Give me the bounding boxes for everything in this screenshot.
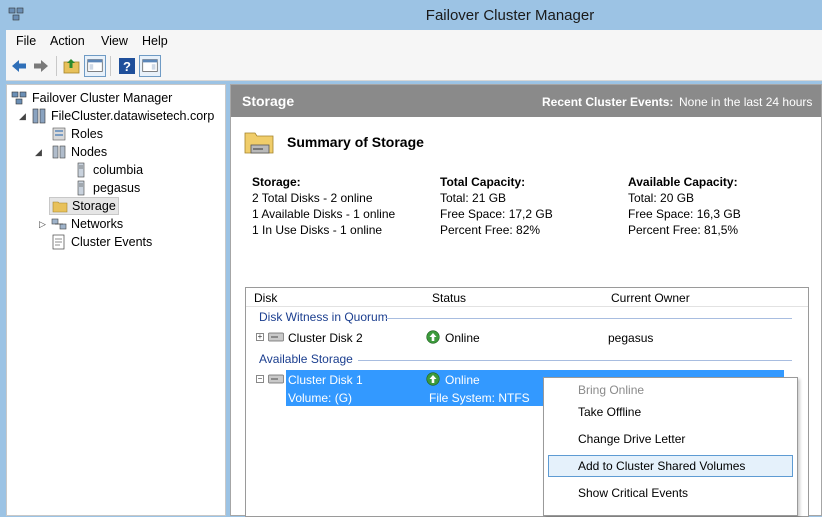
total-capacity-line: Total: 21 GB	[440, 191, 507, 205]
disk-status: Online	[445, 373, 480, 387]
expand-icon[interactable]: +	[256, 333, 264, 341]
disk-name: Cluster Disk 2	[288, 331, 363, 345]
total-capacity-line: Percent Free: 82%	[440, 223, 541, 237]
events-icon	[52, 234, 65, 250]
up-folder-icon[interactable]	[61, 55, 83, 77]
menu-item-label: Show Critical Events	[578, 486, 689, 500]
menu-item-change-drive-letter[interactable]: Change Drive Letter	[548, 428, 793, 450]
menu-item-show-critical-events[interactable]: Show Critical Events	[548, 482, 793, 504]
menu-view[interactable]: View	[101, 34, 128, 48]
tree-label: Storage	[72, 199, 116, 213]
pane-title: Storage	[242, 93, 295, 109]
disk-icon	[268, 332, 284, 342]
available-capacity-line: Total: 20 GB	[628, 191, 695, 205]
nodes-icon	[52, 145, 66, 159]
menu-item-label: Add to Cluster Shared Volumes	[578, 459, 746, 473]
collapse-icon[interactable]: −	[256, 375, 264, 383]
disk-status: Online	[445, 331, 480, 345]
svg-text:?: ?	[123, 59, 131, 74]
toolbar-separator	[56, 56, 57, 76]
toolbar: ?	[6, 52, 822, 81]
volume-filesystem: File System: NTFS	[429, 391, 530, 405]
group-header-quorum[interactable]: Disk Witness in Quorum	[259, 310, 388, 324]
group-header-available[interactable]: Available Storage	[259, 352, 353, 366]
back-arrow-icon[interactable]	[8, 55, 30, 77]
show-action-pane-icon[interactable]	[139, 55, 161, 77]
group-divider	[386, 318, 792, 319]
menu-file[interactable]: File	[16, 34, 36, 48]
pane-header: Storage Recent Cluster Events: None in t…	[231, 85, 821, 117]
total-capacity-line: Free Space: 17,2 GB	[440, 207, 553, 221]
tree-label: FileCluster.datawisetech.corp	[51, 109, 215, 123]
collapse-icon[interactable]: ◢	[35, 147, 42, 158]
cluster-icon	[32, 108, 46, 124]
context-menu: Bring Online Take Offline Change Drive L…	[543, 377, 798, 516]
menu-item-add-to-csv[interactable]: Add to Cluster Shared Volumes	[548, 455, 793, 477]
tree-label: pegasus	[93, 181, 141, 195]
disk-owner: pegasus	[608, 331, 654, 345]
tree-item-cluster[interactable]: ◢ FileCluster.datawisetech.corp	[17, 107, 221, 125]
window-title: Failover Cluster Manager	[425, 7, 595, 24]
title-bar: Failover Cluster Manager	[0, 0, 822, 30]
tree-label: columbia	[93, 163, 144, 177]
toolbar-separator	[110, 56, 111, 76]
summary-title: Summary of Storage	[287, 134, 424, 150]
menu-help[interactable]: Help	[142, 34, 168, 48]
table-header: Disk Status Current Owner	[246, 288, 808, 307]
collapse-icon[interactable]: ◢	[19, 111, 26, 122]
total-capacity-heading: Total Capacity:	[440, 175, 526, 189]
tree-item-node-pegasus[interactable]: pegasus	[73, 179, 221, 197]
available-capacity-line: Free Space: 16,3 GB	[628, 207, 741, 221]
tree-item-root[interactable]: Failover Cluster Manager	[11, 89, 221, 107]
roles-icon	[52, 127, 66, 141]
menu-item-label: Change Drive Letter	[578, 432, 686, 446]
tree-label: Cluster Events	[71, 235, 153, 249]
tree-label: Roles	[71, 127, 103, 141]
help-icon[interactable]: ?	[116, 55, 138, 77]
server-icon	[77, 180, 85, 196]
online-status-icon	[426, 372, 440, 386]
available-capacity-heading: Available Capacity:	[628, 175, 738, 189]
menu-bar: File Action View Help	[6, 30, 822, 52]
volume-name: Volume: (G)	[288, 391, 353, 405]
table-row[interactable]: + Cluster Disk 2 Online pegasus	[246, 328, 808, 346]
storage-line: 2 Total Disks - 2 online	[252, 191, 373, 205]
menu-item-bring-online: Bring Online	[548, 379, 793, 401]
menu-item-label: Take Offline	[578, 405, 642, 419]
group-divider	[358, 360, 792, 361]
cluster-manager-icon	[11, 91, 27, 105]
storage-heading: Storage:	[252, 175, 301, 189]
server-icon	[77, 162, 85, 178]
tree-item-storage[interactable]: Storage	[49, 197, 119, 215]
menu-item-take-offline[interactable]: Take Offline	[548, 401, 793, 423]
tree-item-networks[interactable]: ▷ Networks	[37, 215, 221, 233]
disk-icon	[268, 374, 284, 384]
online-status-icon	[426, 330, 440, 344]
menu-action[interactable]: Action	[50, 34, 85, 48]
storage-line: 1 In Use Disks - 1 online	[252, 223, 383, 237]
column-header-status[interactable]: Status	[432, 291, 466, 305]
storage-line: 1 Available Disks - 1 online	[252, 207, 396, 221]
column-header-owner[interactable]: Current Owner	[611, 291, 690, 305]
tree-item-node-columbia[interactable]: columbia	[73, 161, 221, 179]
column-header-disk[interactable]: Disk	[254, 291, 277, 305]
forward-arrow-icon[interactable]	[30, 55, 52, 77]
storage-summary-icon	[244, 132, 274, 154]
networks-icon	[51, 218, 67, 230]
storage-icon	[52, 201, 68, 213]
available-capacity-line: Percent Free: 81,5%	[628, 223, 739, 237]
recent-events-value[interactable]: None in the last 24 hours	[679, 95, 812, 109]
show-tree-icon[interactable]	[84, 55, 106, 77]
tree-item-nodes[interactable]: ◢ Nodes	[31, 143, 221, 161]
expand-icon[interactable]: ▷	[39, 219, 46, 230]
navigation-tree: Failover Cluster Manager ◢ FileCluster.d…	[6, 84, 226, 516]
tree-label: Networks	[71, 217, 124, 231]
tree-label: Nodes	[71, 145, 108, 159]
recent-events-label: Recent Cluster Events:	[542, 95, 674, 109]
tree-item-roles[interactable]: Roles	[31, 125, 221, 143]
menu-item-label: Bring Online	[578, 383, 645, 397]
tree-label: Failover Cluster Manager	[32, 91, 173, 105]
tree-item-events[interactable]: Cluster Events	[51, 233, 221, 251]
disk-name: Cluster Disk 1	[288, 373, 363, 387]
